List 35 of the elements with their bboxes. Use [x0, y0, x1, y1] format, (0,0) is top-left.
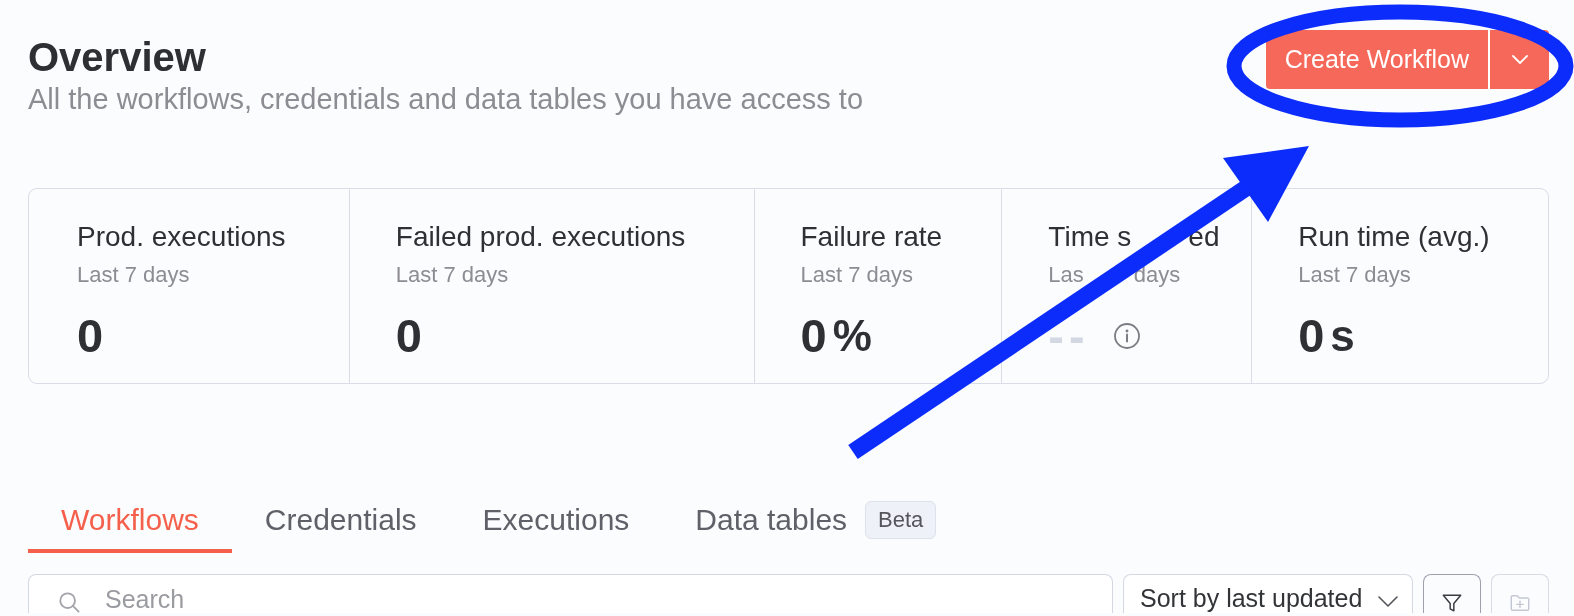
stat-label: ed [1188, 220, 1220, 254]
stat-value: -- [1048, 310, 1090, 362]
filter-button[interactable] [1423, 574, 1481, 613]
stat-label: Prod. executions [77, 220, 286, 254]
stat-label: Time s [1048, 220, 1132, 254]
stat-label: Run time (avg.) [1298, 220, 1490, 254]
tab[interactable]: Workflows [28, 502, 232, 553]
stat-value: 0 [77, 310, 104, 362]
caret-icon [1511, 55, 1528, 64]
stat-unit: % [832, 310, 872, 362]
page-title: Overview [28, 34, 207, 80]
stat-label: Failed prod. executions [395, 220, 686, 254]
folder-plus-icon [1509, 592, 1531, 613]
stat-period: Last 7 days [1298, 262, 1411, 288]
stat-unit: s [1330, 310, 1355, 362]
stat-value: 0 [395, 310, 422, 362]
search-icon [58, 591, 80, 613]
page-subtitle: All the workflows, credentials and data tables you have access to [28, 82, 863, 116]
stat-value: 0 [1298, 310, 1325, 362]
info-icon [1113, 323, 1140, 349]
tab[interactable]: Data tables Beta [662, 502, 970, 553]
sort-dropdown[interactable]: Sort by last updated [1123, 574, 1413, 613]
stat-period: Last 7 days [395, 262, 509, 288]
stat-period: Last 7 days [800, 262, 914, 288]
stat-period: Las [1048, 262, 1084, 288]
tab[interactable]: Executions [449, 502, 663, 553]
filter-icon [1441, 592, 1463, 613]
search-field[interactable]: Search [28, 574, 1113, 613]
caret-icon [1378, 596, 1398, 607]
stat-period: Last 7 days [77, 262, 190, 288]
tab[interactable]: Credentials [231, 502, 450, 553]
label-badge: Beta [865, 501, 937, 539]
stat-label: Failure rate [800, 220, 943, 254]
stat-value: 0 [800, 310, 827, 362]
stat-period: days [1133, 262, 1181, 288]
